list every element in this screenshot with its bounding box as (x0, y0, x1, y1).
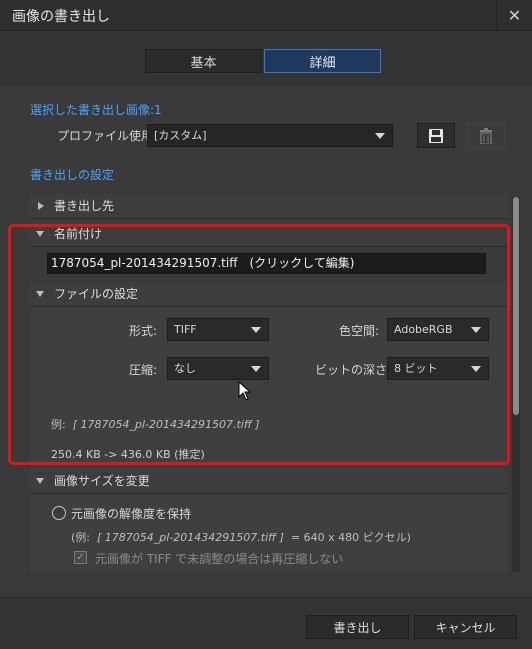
section-destination[interactable]: 書き出し先 (30, 193, 508, 219)
bitdepth-label: ビットの深さ: (315, 363, 392, 377)
mouse-pointer-icon (238, 381, 252, 401)
chevron-down-icon (375, 133, 385, 139)
chevron-down-icon (36, 477, 44, 484)
section-naming[interactable]: 名前付け (30, 221, 508, 247)
selected-count-label: 選択した書き出し画像:1 (30, 103, 162, 117)
profile-select-value: [カスタム] (154, 129, 207, 142)
chevron-down-icon (471, 327, 481, 333)
section-image-size-label: 画像サイズを変更 (54, 474, 150, 488)
tab-basic[interactable]: 基本 (145, 49, 262, 73)
keep-resolution-radio[interactable] (52, 506, 66, 520)
chevron-down-icon (36, 290, 44, 297)
colorspace-select-value: AdobeRGB (394, 323, 453, 336)
tab-detail[interactable]: 詳細 (264, 49, 381, 73)
bitdepth-select-value: 8 ビット (394, 362, 438, 375)
chevron-down-icon (251, 327, 261, 333)
title-bar: 画像の書き出し ✕ (0, 0, 532, 31)
resolution-example-prefix: (例: (71, 531, 90, 544)
trash-icon (480, 127, 492, 144)
chevron-down-icon (251, 366, 261, 372)
example-filename: [ 1787054_pl-201434291507.tiff ] (72, 418, 260, 431)
chevron-down-icon (36, 230, 44, 237)
compression-label: 圧縮: (129, 363, 158, 377)
colorspace-label: 色空間: (339, 324, 380, 338)
save-profile-button[interactable] (417, 123, 455, 148)
section-file-settings-label: ファイルの設定 (54, 287, 139, 301)
section-destination-label: 書き出し先 (54, 199, 115, 213)
section-image-size[interactable]: 画像サイズを変更 (30, 468, 508, 494)
example-prefix: 例: (51, 418, 66, 431)
compression-select-value: なし (174, 362, 196, 375)
bitdepth-select[interactable]: 8 ビット (387, 357, 489, 380)
filename-field[interactable]: 1787054_pl-201434291507.tiff (クリックして編集) (47, 253, 486, 274)
format-select[interactable]: TIFF (167, 318, 269, 341)
scrollbar-thumb[interactable] (513, 197, 519, 415)
chevron-right-icon (38, 201, 44, 210)
section-naming-label: 名前付け (54, 227, 103, 241)
save-icon (429, 128, 443, 143)
cancel-button[interactable]: キャンセル (414, 615, 517, 639)
profile-label: プロファイル使用: (57, 129, 158, 143)
size-estimate: 250.4 KB -> 436.0 KB (推定) (51, 448, 205, 461)
no-recompress-checkbox[interactable]: ✓ (74, 551, 87, 564)
window-title: 画像の書き出し (12, 9, 110, 25)
close-icon[interactable]: ✕ (496, 0, 532, 31)
format-select-value: TIFF (174, 323, 197, 336)
resolution-example-suffix: = 640 x 480 ピクセル) (290, 531, 411, 544)
format-label: 形式: (129, 324, 158, 338)
resolution-example-filename: [ 1787054_pl-201434291507.tiff ] (97, 531, 284, 544)
chevron-down-icon (471, 366, 481, 372)
export-settings-heading: 書き出しの設定 (30, 168, 115, 182)
section-file-settings[interactable]: ファイルの設定 (30, 281, 508, 307)
delete-profile-button[interactable] (467, 123, 505, 148)
export-button[interactable]: 書き出し (306, 615, 409, 639)
profile-select[interactable]: [カスタム] (147, 124, 393, 147)
no-recompress-label: 元画像が TIFF で未調整の場合は再圧縮しない (95, 552, 344, 566)
filename-example: 例: [ 1787054_pl-201434291507.tiff ] (51, 416, 260, 432)
resolution-example: (例: [ 1787054_pl-201434291507.tiff ] = 6… (71, 529, 411, 545)
colorspace-select[interactable]: AdobeRGB (387, 318, 489, 341)
compression-select[interactable]: なし (167, 357, 269, 380)
keep-resolution-label: 元画像の解像度を保持 (71, 507, 192, 521)
